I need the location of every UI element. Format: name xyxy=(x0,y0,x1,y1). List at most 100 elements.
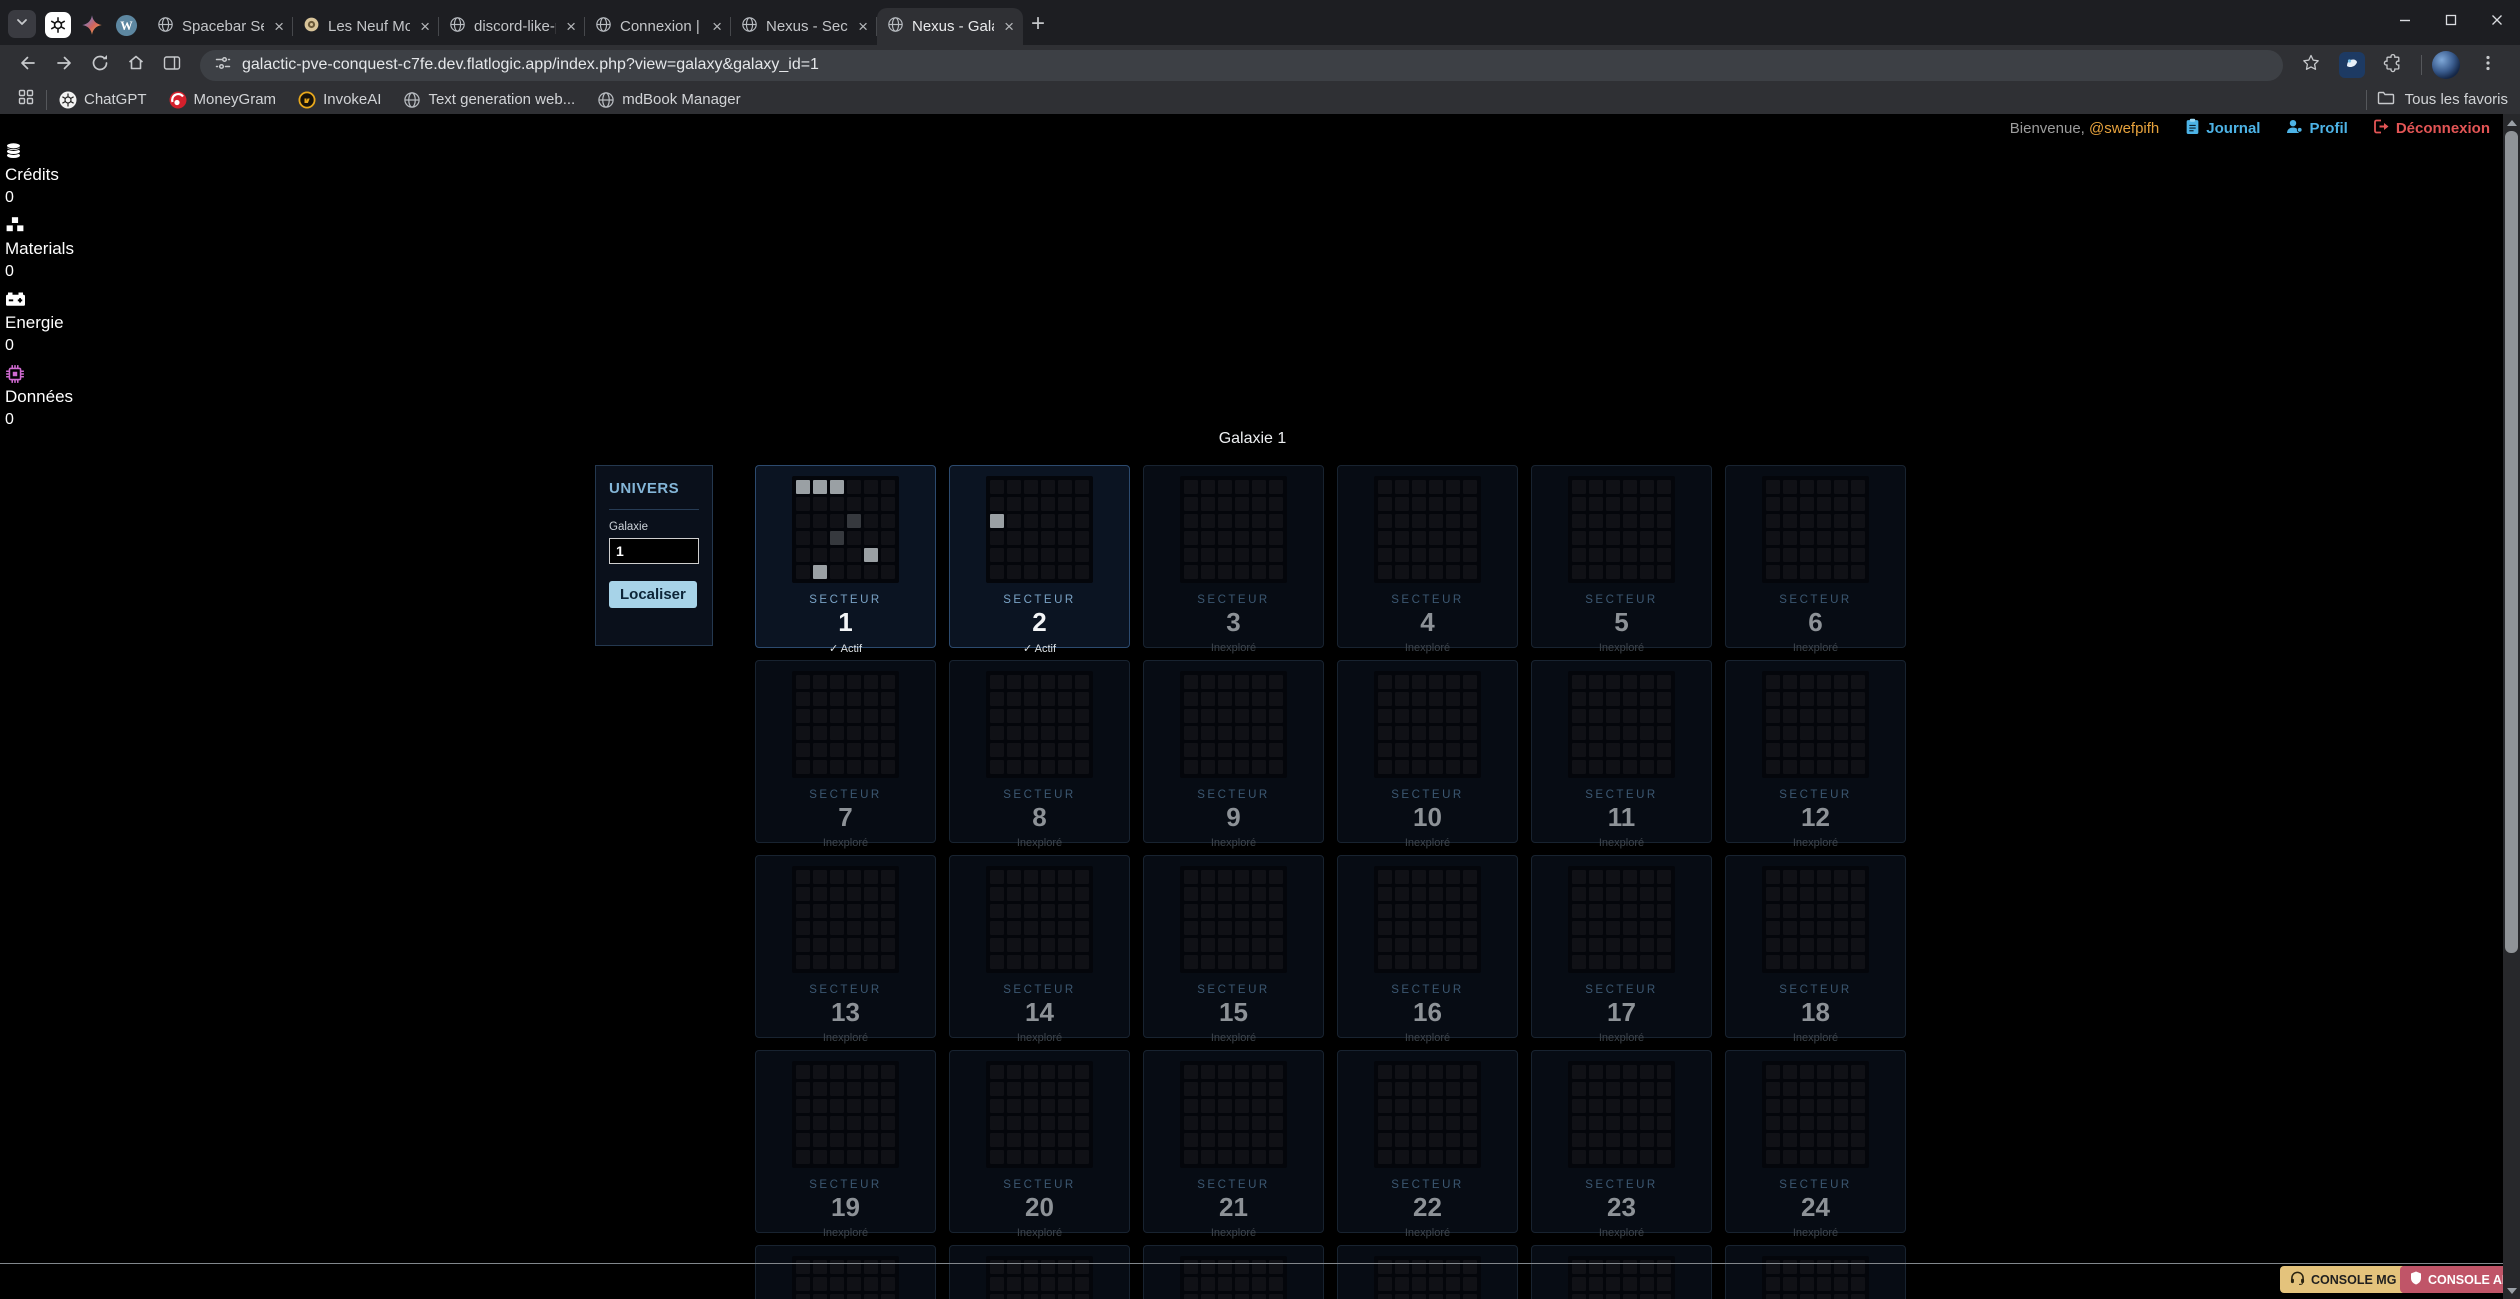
profile-avatar[interactable] xyxy=(2432,51,2460,79)
sector-card-2[interactable]: SECTEUR2✓ Actif xyxy=(949,465,1130,648)
bookmark-star-button[interactable] xyxy=(2293,48,2329,82)
minimap-cell xyxy=(1463,531,1477,545)
tab-close-icon[interactable]: × xyxy=(1002,18,1016,35)
minimap-cell xyxy=(1218,1082,1232,1096)
tab-close-icon[interactable]: × xyxy=(418,18,432,35)
sector-card-18[interactable]: SECTEUR18Inexploré xyxy=(1725,855,1906,1038)
tab-les-neuf-mondes-de-la-mythol[interactable]: Les Neuf Mondes de la Mythol× xyxy=(293,8,439,45)
sector-card-9[interactable]: SECTEUR9Inexploré xyxy=(1143,660,1324,843)
forward-button[interactable] xyxy=(46,48,82,82)
extension-button[interactable] xyxy=(2339,52,2365,78)
sector-word: SECTEUR xyxy=(756,984,935,996)
home-button[interactable] xyxy=(118,48,154,82)
sector-card-10[interactable]: SECTEUR10Inexploré xyxy=(1337,660,1518,843)
bookmark-chatgpt[interactable]: ChatGPT xyxy=(59,91,147,109)
sector-card-partial-30[interactable] xyxy=(1725,1245,1906,1299)
minimap-cell xyxy=(1640,726,1654,740)
sector-card-6[interactable]: SECTEUR6Inexploré xyxy=(1725,465,1906,648)
sector-card-17[interactable]: SECTEUR17Inexploré xyxy=(1531,855,1712,1038)
new-tab-button[interactable]: + xyxy=(1031,12,1045,36)
sector-card-12[interactable]: SECTEUR12Inexploré xyxy=(1725,660,1906,843)
close-window-button[interactable] xyxy=(2474,0,2520,45)
minimap-cell xyxy=(881,921,895,935)
scrollbar-thumb[interactable] xyxy=(2505,131,2518,953)
scroll-down-button[interactable] xyxy=(2503,1282,2520,1299)
minimize-button[interactable] xyxy=(2382,0,2428,45)
sector-card-15[interactable]: SECTEUR15Inexploré xyxy=(1143,855,1324,1038)
apps-button[interactable] xyxy=(12,83,40,117)
minimap-cell xyxy=(830,1082,844,1096)
page-scrollbar[interactable] xyxy=(2503,114,2520,1299)
address-bar[interactable]: galactic-pve-conquest-c7fe.dev.flatlogic… xyxy=(200,50,2283,81)
sector-card-13[interactable]: SECTEUR13Inexploré xyxy=(755,855,936,1038)
bookmark-text-generation-web[interactable]: Text generation web... xyxy=(403,91,575,109)
side-panel-button[interactable] xyxy=(154,48,190,82)
sector-card-11[interactable]: SECTEUR11Inexploré xyxy=(1531,660,1712,843)
tab-close-icon[interactable]: × xyxy=(564,18,578,35)
sector-card-1[interactable]: SECTEUR1✓ Actif xyxy=(755,465,936,648)
bookmark-moneygram[interactable]: MoneyGram xyxy=(169,91,277,109)
minimap-cell xyxy=(1058,1133,1072,1147)
minimap-cell xyxy=(1024,760,1038,774)
sector-card-partial-27[interactable] xyxy=(1143,1245,1324,1299)
all-bookmarks[interactable]: Tous les favoris xyxy=(2366,90,2508,110)
console-mg-button[interactable]: CONSOLE MG xyxy=(2280,1266,2406,1293)
minimap-cell xyxy=(1395,514,1409,528)
back-button[interactable] xyxy=(10,48,46,82)
bookmark-invokeai[interactable]: InvokeAI xyxy=(298,91,381,109)
reload-button[interactable] xyxy=(82,48,118,82)
sector-card-4[interactable]: SECTEUR4Inexploré xyxy=(1337,465,1518,648)
maximize-button[interactable] xyxy=(2428,0,2474,45)
minimap-cell xyxy=(1463,760,1477,774)
sector-card-23[interactable]: SECTEUR23Inexploré xyxy=(1531,1050,1712,1233)
minimap-cell xyxy=(1201,480,1215,494)
globe-favicon-icon xyxy=(595,16,612,37)
minimap-cell xyxy=(1800,565,1814,579)
minimap-cell xyxy=(1007,1082,1021,1096)
journal-link[interactable]: Journal xyxy=(2185,118,2260,139)
browser-menu-button[interactable] xyxy=(2470,48,2506,82)
tab-connexion-corvara[interactable]: Connexion | Corvara× xyxy=(585,8,731,45)
tab-close-icon[interactable]: × xyxy=(272,18,286,35)
extensions-menu-button[interactable] xyxy=(2375,48,2411,82)
galaxie-input[interactable] xyxy=(609,538,699,564)
wordpress-pinned-tab[interactable]: W xyxy=(113,12,139,38)
openai-pinned-tab[interactable] xyxy=(45,12,71,38)
tab-close-icon[interactable]: × xyxy=(710,18,724,35)
sector-card-20[interactable]: SECTEUR20Inexploré xyxy=(949,1050,1130,1233)
sector-card-partial-28[interactable] xyxy=(1337,1245,1518,1299)
console-adm-button[interactable]: CONSOLE ADMIN xyxy=(2400,1266,2520,1293)
logout-link[interactable]: Déconnexion xyxy=(2374,119,2490,138)
tab-spacebar-server[interactable]: Spacebar Server× xyxy=(147,8,293,45)
sector-card-partial-25[interactable] xyxy=(755,1245,936,1299)
sector-card-14[interactable]: SECTEUR14Inexploré xyxy=(949,855,1130,1038)
tab-nexus-galaxie-1[interactable]: Nexus - Galaxie 1× xyxy=(877,8,1023,45)
tab-close-icon[interactable]: × xyxy=(856,18,870,35)
sector-card-partial-29[interactable] xyxy=(1531,1245,1712,1299)
minimap-cell xyxy=(1429,955,1443,969)
tab-discord-like-php-chat-7262-de[interactable]: discord-like-php-chat-7262.de× xyxy=(439,8,585,45)
minimap-cell xyxy=(1657,514,1671,528)
bookmark-mdbook-manager[interactable]: mdBook Manager xyxy=(597,91,740,109)
sector-card-7[interactable]: SECTEUR7Inexploré xyxy=(755,660,936,843)
sector-card-16[interactable]: SECTEUR16Inexploré xyxy=(1337,855,1518,1038)
sector-card-3[interactable]: SECTEUR3Inexploré xyxy=(1143,465,1324,648)
sector-card-19[interactable]: SECTEUR19Inexploré xyxy=(755,1050,936,1233)
scroll-up-button[interactable] xyxy=(2503,114,2520,131)
minimap-cell xyxy=(1463,675,1477,689)
sector-card-partial-26[interactable] xyxy=(949,1245,1130,1299)
sector-card-22[interactable]: SECTEUR22Inexploré xyxy=(1337,1050,1518,1233)
sector-card-5[interactable]: SECTEUR5Inexploré xyxy=(1531,465,1712,648)
gemini-pinned-tab[interactable] xyxy=(79,12,105,38)
minimap-cell xyxy=(1834,870,1848,884)
tab-search-button[interactable] xyxy=(8,10,36,38)
sector-card-24[interactable]: SECTEUR24Inexploré xyxy=(1725,1050,1906,1233)
tab-nexus-secteur-alpha-g1[interactable]: Nexus - Secteur Alpha [G1]× xyxy=(731,8,877,45)
localiser-button[interactable]: Localiser xyxy=(609,581,697,608)
minimap-cell xyxy=(1201,1294,1215,1299)
sector-card-21[interactable]: SECTEUR21Inexploré xyxy=(1143,1050,1324,1233)
sector-card-8[interactable]: SECTEUR8Inexploré xyxy=(949,660,1130,843)
profil-link[interactable]: Profil xyxy=(2286,119,2347,138)
minimap-cell xyxy=(847,565,861,579)
minimap-cell xyxy=(1623,921,1637,935)
